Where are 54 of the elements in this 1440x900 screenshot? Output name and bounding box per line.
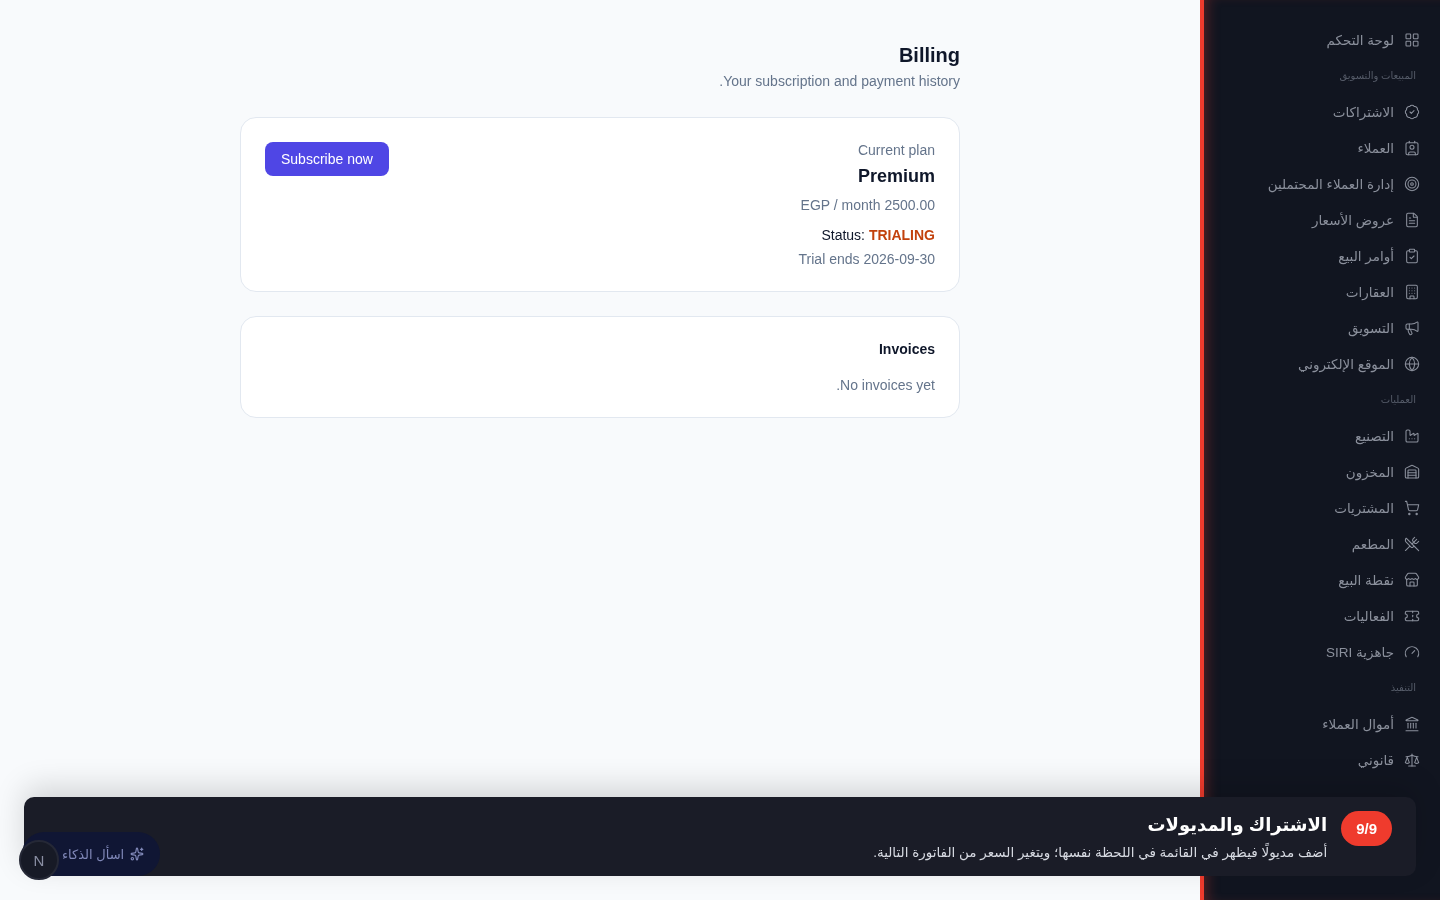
grid-icon — [1404, 32, 1420, 48]
nav-item[interactable]: المشتريات — [1204, 490, 1420, 526]
trial-end: Trial ends 2026-09-30 — [798, 251, 935, 267]
globe-icon — [1404, 356, 1420, 372]
nav-item[interactable]: أموال العملاء — [1204, 706, 1420, 742]
plan-price: EGP / month 2500.00 — [800, 197, 935, 213]
tour-title: الاشتراك والمديولات — [1146, 813, 1328, 836]
gauge-icon — [1404, 644, 1420, 660]
nav-item[interactable]: التسويق — [1204, 310, 1420, 346]
nav-item[interactable]: عروض الأسعار — [1204, 202, 1420, 238]
nav-item[interactable]: المطعم — [1204, 526, 1420, 562]
nav-item[interactable]: المخزون — [1204, 454, 1420, 490]
nav-item[interactable]: لوحة التحكم — [1204, 22, 1420, 58]
tour-text: أضف مديولًا فيظهر في القائمة في اللحظة نفسها؛ ويتغير السعر من الفاتورة التالية. — [873, 843, 1328, 860]
nav-item[interactable]: الفعاليات — [1204, 598, 1420, 634]
target-icon — [1404, 176, 1420, 192]
nav-item[interactable]: التصنيع — [1204, 418, 1420, 454]
section-heading: التنفيذ — [1389, 682, 1417, 695]
warehouse-icon — [1404, 464, 1420, 480]
invoices-title: Invoices — [878, 341, 935, 357]
bank-icon — [1404, 716, 1420, 732]
clipboard-check-icon — [1404, 248, 1420, 264]
nav-item[interactable]: الموقع الإلكتروني — [1204, 346, 1420, 382]
ticket-icon — [1404, 608, 1420, 624]
section-heading: المبيعات والتسويق — [1338, 70, 1417, 84]
contact-card-icon — [1404, 140, 1420, 156]
plan-status: Status: TRIALING — [821, 227, 935, 243]
empty-message: .No invoices yet — [836, 377, 935, 393]
megaphone-icon — [1404, 320, 1420, 336]
factory-icon — [1404, 428, 1420, 444]
nav-item[interactable]: الاشتراكات — [1204, 94, 1420, 130]
subscribe-button[interactable]: Subscribe now — [265, 142, 389, 176]
nav-item[interactable]: قانوني — [1204, 742, 1420, 778]
sparkles-icon — [130, 847, 145, 861]
badge-check-icon — [1404, 104, 1420, 120]
store-icon — [1404, 572, 1420, 588]
page-subtitle: .Your subscription and payment history — [718, 73, 960, 89]
utensils-icon — [1404, 536, 1420, 552]
nav-item[interactable]: نقطة البيع — [1204, 562, 1420, 598]
step-badge: 9/9 — [1341, 811, 1392, 846]
nav-item[interactable]: العملاء — [1204, 130, 1420, 166]
plan-name: Premium — [857, 166, 935, 187]
cart-icon — [1404, 500, 1420, 516]
section-heading: العمليات — [1379, 394, 1417, 407]
nav-item[interactable]: إدارة العملاء المحتملين — [1204, 166, 1420, 202]
plan-label: Current plan — [857, 142, 935, 158]
avatar[interactable]: N — [19, 840, 59, 880]
page-title: Billing — [897, 44, 960, 67]
nav-item[interactable]: أوامر البيع — [1204, 238, 1420, 274]
document-icon — [1404, 212, 1420, 228]
scale-icon — [1404, 752, 1420, 768]
nav-item[interactable]: العقارات — [1204, 274, 1420, 310]
nav-item[interactable]: جاهزية SIRI — [1204, 634, 1420, 670]
building-icon — [1404, 284, 1420, 300]
